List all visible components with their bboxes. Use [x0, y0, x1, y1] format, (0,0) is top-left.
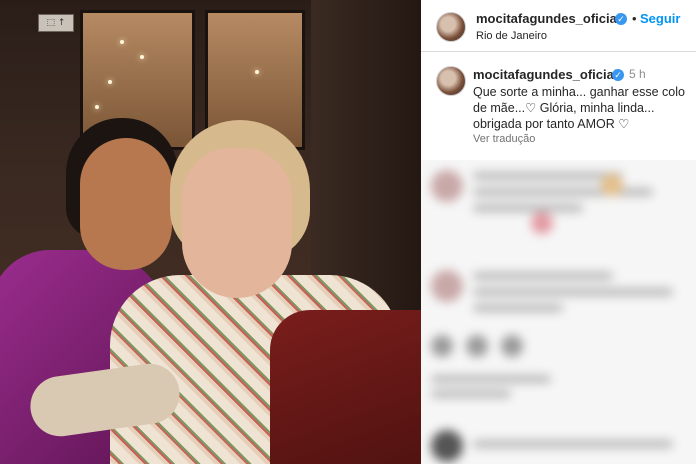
- blurred-like-icon: [431, 335, 453, 357]
- see-translation-link[interactable]: Ver tradução: [473, 133, 535, 145]
- author-username[interactable]: mocitafagundes_oficial: [476, 11, 620, 26]
- separator-dot: •: [632, 11, 637, 26]
- caption-text: Que sorte a minha... ganhar esse colo de…: [473, 85, 685, 131]
- post-side-panel: mocitafagundes_oficial ✓ • Seguir Rio de…: [421, 0, 696, 464]
- ceiling-light: [95, 105, 99, 109]
- blurred-text: [473, 288, 673, 296]
- blurred-comment-icon: [466, 335, 488, 357]
- blurred-text: [473, 188, 653, 196]
- follow-button[interactable]: Seguir: [640, 11, 680, 26]
- ceiling-light: [255, 70, 259, 74]
- blurred-comments-content: [421, 160, 696, 464]
- blurred-emoji-icon: [601, 174, 623, 196]
- blurred-text: [473, 172, 623, 180]
- ceiling-light: [120, 40, 124, 44]
- blurred-heart-icon: [531, 212, 553, 234]
- caption-username[interactable]: mocitafagundes_oficial: [473, 67, 617, 82]
- person-right-face: [182, 148, 292, 298]
- person-left-face: [80, 138, 172, 270]
- red-scarf: [270, 310, 421, 464]
- verified-badge-icon: ✓: [612, 69, 624, 81]
- post-location[interactable]: Rio de Janeiro: [476, 30, 547, 42]
- blurred-comments: [421, 160, 696, 464]
- blurred-avatar: [431, 270, 463, 302]
- ceiling-light: [108, 80, 112, 84]
- post-photo: ⬚ ↑: [0, 0, 421, 464]
- exit-sign: ⬚ ↑: [38, 14, 74, 32]
- blurred-avatar: [431, 430, 463, 462]
- blurred-avatar: [431, 170, 463, 202]
- post-header: mocitafagundes_oficial ✓ • Seguir Rio de…: [421, 0, 696, 52]
- ceiling-light: [140, 55, 144, 59]
- caption-author-avatar[interactable]: [436, 66, 466, 96]
- blurred-text: [473, 440, 673, 448]
- blurred-text: [431, 390, 511, 398]
- verified-badge-icon: ✓: [615, 13, 627, 25]
- blurred-text: [473, 204, 583, 212]
- blurred-text: [473, 304, 563, 312]
- post-timestamp[interactable]: 5 h: [629, 67, 646, 81]
- blurred-share-icon: [501, 335, 523, 357]
- blurred-text: [473, 272, 613, 280]
- blurred-text: [431, 375, 551, 383]
- author-avatar[interactable]: [436, 12, 466, 42]
